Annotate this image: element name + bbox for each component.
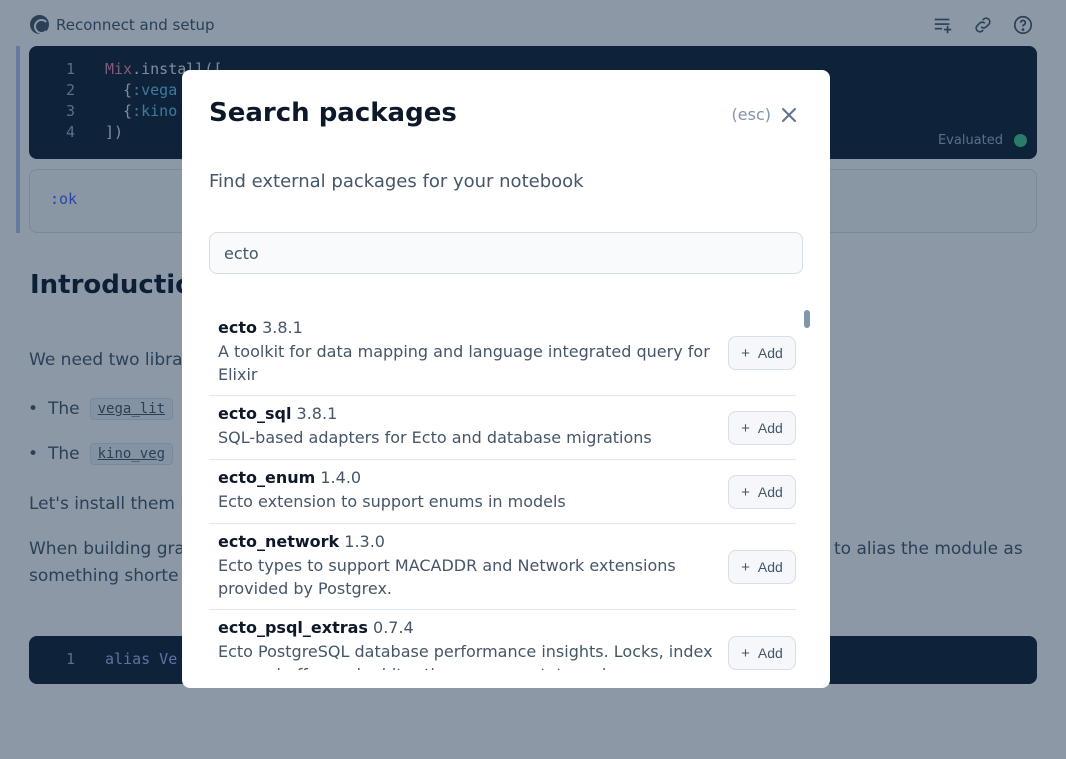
package-version: 0.7.4 bbox=[373, 618, 414, 637]
plus-icon: + bbox=[741, 419, 750, 437]
package-version: 1.3.0 bbox=[344, 532, 385, 551]
add-package-button[interactable]: + Add bbox=[728, 550, 796, 584]
esc-hint: (esc) bbox=[731, 105, 771, 124]
package-version: 1.4.0 bbox=[320, 468, 362, 487]
package-search-input[interactable] bbox=[209, 232, 803, 274]
package-description: Ecto types to support MACADDR and Networ… bbox=[218, 556, 676, 598]
package-name: ecto_sql bbox=[218, 404, 292, 423]
add-label: Add bbox=[757, 420, 783, 436]
add-package-button[interactable]: + Add bbox=[728, 636, 796, 670]
package-results-list[interactable]: ecto 3.8.1 A toolkit for data mapping and… bbox=[209, 310, 796, 670]
package-description: Ecto PostgreSQL database performance ins… bbox=[218, 642, 713, 670]
package-heading: ecto_sql 3.8.1 bbox=[218, 404, 796, 424]
add-label: Add bbox=[757, 559, 783, 575]
package-description: SQL-based adapters for Ecto and database… bbox=[218, 428, 652, 447]
package-result-ecto-psql-extras: ecto_psql_extras 0.7.4 Ecto PostgreSQL da… bbox=[209, 610, 796, 670]
add-package-button[interactable]: + Add bbox=[728, 336, 796, 370]
close-icon bbox=[782, 108, 796, 122]
scrollbar-thumb[interactable] bbox=[804, 310, 810, 328]
add-package-button[interactable]: + Add bbox=[728, 411, 796, 445]
package-name: ecto bbox=[218, 318, 257, 337]
package-description: A toolkit for data mapping and language … bbox=[218, 342, 710, 384]
package-heading: ecto_enum 1.4.0 bbox=[218, 468, 796, 488]
package-name: ecto_network bbox=[218, 532, 340, 551]
package-version: 3.8.1 bbox=[262, 318, 303, 337]
package-heading: ecto_psql_extras 0.7.4 bbox=[218, 618, 796, 638]
plus-icon: + bbox=[741, 344, 750, 362]
package-description: Ecto extension to support enums in model… bbox=[218, 492, 566, 511]
plus-icon: + bbox=[741, 644, 750, 662]
package-name: ecto_enum bbox=[218, 468, 316, 487]
close-button[interactable] bbox=[778, 104, 800, 126]
package-result-ecto-network: ecto_network 1.3.0 Ecto types to support … bbox=[209, 524, 796, 610]
add-label: Add bbox=[757, 484, 783, 500]
plus-icon: + bbox=[741, 483, 750, 501]
package-version: 3.8.1 bbox=[296, 404, 338, 423]
package-result-ecto-sql: ecto_sql 3.8.1 SQL-based adapters for Ect… bbox=[209, 396, 796, 460]
plus-icon: + bbox=[741, 558, 750, 576]
modal-title: Search packages bbox=[209, 98, 457, 128]
add-label: Add bbox=[757, 645, 783, 661]
results-scrollbar[interactable] bbox=[804, 310, 810, 670]
package-heading: ecto 3.8.1 bbox=[218, 318, 796, 338]
add-label: Add bbox=[757, 345, 783, 361]
modal-subtitle: Find external packages for your notebook bbox=[209, 171, 584, 192]
search-packages-modal: Search packages (esc) Find external pack… bbox=[182, 70, 830, 688]
package-heading: ecto_network 1.3.0 bbox=[218, 532, 796, 552]
package-result-ecto: ecto 3.8.1 A toolkit for data mapping and… bbox=[209, 310, 796, 396]
add-package-button[interactable]: + Add bbox=[728, 475, 796, 509]
package-name: ecto_psql_extras bbox=[218, 618, 368, 637]
package-result-ecto-enum: ecto_enum 1.4.0 Ecto extension to support… bbox=[209, 460, 796, 524]
